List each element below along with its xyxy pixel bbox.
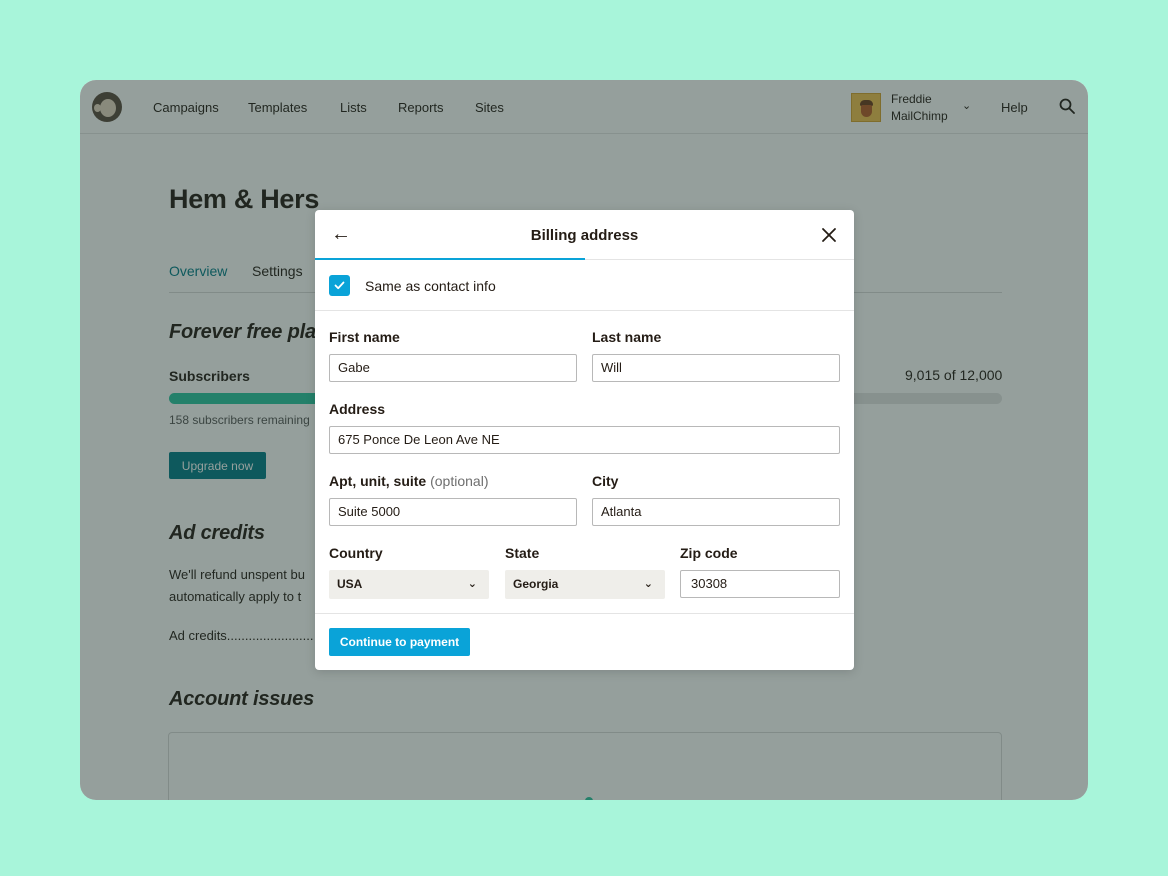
chevron-down-icon: ⌄ [643, 578, 653, 590]
zip-field[interactable]: 30308 [680, 570, 840, 598]
billing-address-modal: ← Billing address Same as contact info F… [315, 210, 854, 670]
continue-to-payment-button[interactable]: Continue to payment [329, 628, 470, 656]
country-label: Country [329, 545, 383, 561]
apt-label: Apt, unit, suite (optional) [329, 473, 488, 489]
zip-label: Zip code [680, 545, 738, 561]
first-name-label: First name [329, 329, 400, 345]
city-label: City [592, 473, 619, 489]
country-select[interactable]: USA ⌄ [329, 570, 489, 599]
checkmark-icon [334, 281, 345, 290]
country-select-value: USA [337, 577, 363, 591]
same-as-contact-checkbox[interactable] [329, 275, 350, 296]
close-icon[interactable] [821, 227, 837, 243]
state-label: State [505, 545, 540, 561]
state-select-value: Georgia [513, 577, 559, 591]
last-name-label: Last name [592, 329, 662, 345]
apt-field[interactable]: Suite 5000 [329, 498, 577, 526]
footer-divider [315, 613, 854, 614]
state-select[interactable]: Georgia ⌄ [505, 570, 665, 599]
section-divider [315, 310, 854, 311]
step-progress-bar [315, 258, 585, 260]
last-name-field[interactable]: Will [592, 354, 840, 382]
city-field[interactable]: Atlanta [592, 498, 840, 526]
same-as-contact-label[interactable]: Same as contact info [365, 278, 496, 294]
first-name-field[interactable]: Gabe [329, 354, 577, 382]
address-field[interactable]: 675 Ponce De Leon Ave NE [329, 426, 840, 454]
address-label: Address [329, 401, 386, 417]
apt-optional-hint: (optional) [430, 473, 489, 489]
chevron-down-icon: ⌄ [467, 578, 477, 590]
modal-title: Billing address [530, 227, 639, 244]
apt-label-text: Apt, unit, suite [329, 473, 427, 489]
